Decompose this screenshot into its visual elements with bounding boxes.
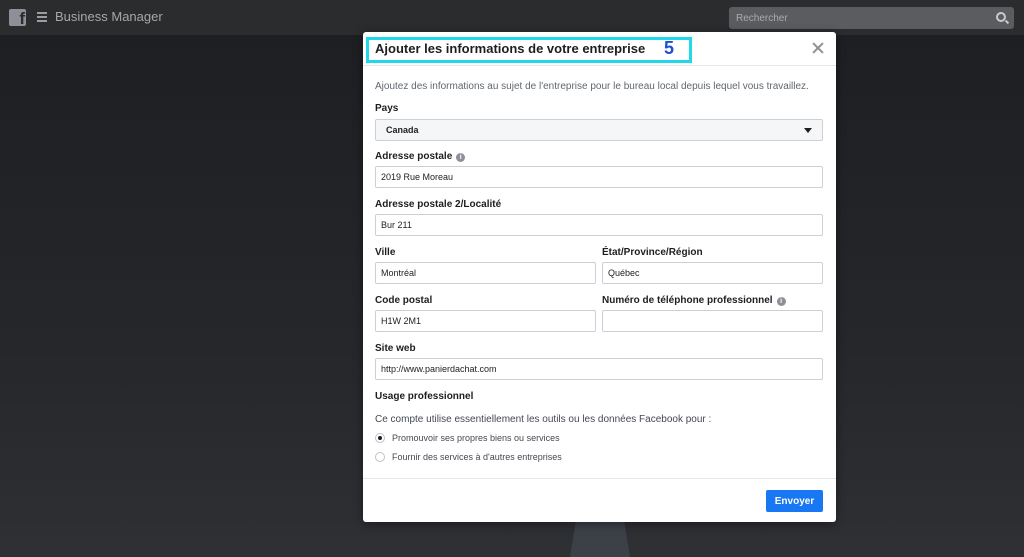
radio-button-selected[interactable] — [375, 433, 385, 443]
footer-divider — [363, 478, 836, 479]
usage-label: Usage professionnel — [375, 391, 474, 402]
city-field[interactable]: Montréal — [375, 262, 596, 284]
postal-code-field[interactable]: H1W 2M1 — [375, 310, 596, 332]
phone-label-text: Numéro de téléphone professionnel — [602, 295, 773, 306]
dialog-title: Ajouter les informations de votre entrep… — [375, 41, 646, 56]
top-bar: f Business Manager — [0, 0, 1024, 35]
radio-label: Fournir des services à d'autres entrepri… — [392, 452, 562, 462]
dialog-header: Ajouter les informations de votre entrep… — [363, 32, 836, 66]
info-icon[interactable]: i — [776, 297, 786, 306]
address2-label: Adresse postale 2/Localité — [375, 199, 502, 210]
address-field[interactable]: 2019 Rue Moreau — [375, 166, 823, 188]
info-icon[interactable]: i — [456, 153, 466, 162]
country-value: Canada — [386, 125, 419, 135]
search-icon[interactable] — [996, 12, 1006, 22]
submit-button[interactable]: Envoyer — [766, 490, 823, 512]
phone-field[interactable] — [602, 310, 823, 332]
dialog-description: Ajoutez des informations au sujet de l'e… — [375, 81, 809, 92]
country-select[interactable]: Canada — [375, 119, 823, 141]
search-box[interactable] — [729, 7, 1014, 29]
caret-down-icon — [804, 128, 812, 133]
app-title[interactable]: Business Manager — [55, 9, 163, 24]
website-label: Site web — [375, 343, 416, 354]
radio-button[interactable] — [375, 452, 385, 462]
state-field[interactable]: Québec — [602, 262, 823, 284]
search-input[interactable] — [729, 7, 989, 29]
close-icon[interactable] — [811, 41, 825, 55]
address-label: Adresse postale i — [375, 151, 466, 162]
facebook-logo-icon[interactable]: f — [9, 9, 26, 26]
postal-code-label: Code postal — [375, 295, 433, 306]
step-number-annotation: 5 — [664, 38, 675, 58]
state-label: État/Province/Région — [602, 247, 703, 258]
country-label: Pays — [375, 103, 399, 114]
business-info-dialog: Ajouter les informations de votre entrep… — [363, 32, 836, 522]
website-field[interactable]: http://www.panierdachat.com — [375, 358, 823, 380]
address2-field[interactable]: Bur 211 — [375, 214, 823, 236]
menu-icon[interactable] — [37, 12, 47, 22]
radio-label: Promouvoir ses propres biens ou services — [392, 433, 560, 443]
background-decoration — [570, 520, 630, 557]
address-label-text: Adresse postale — [375, 151, 453, 162]
phone-label: Numéro de téléphone professionnel i — [602, 295, 786, 306]
usage-question: Ce compte utilise essentiellement les ou… — [375, 414, 712, 425]
city-label: Ville — [375, 247, 396, 258]
